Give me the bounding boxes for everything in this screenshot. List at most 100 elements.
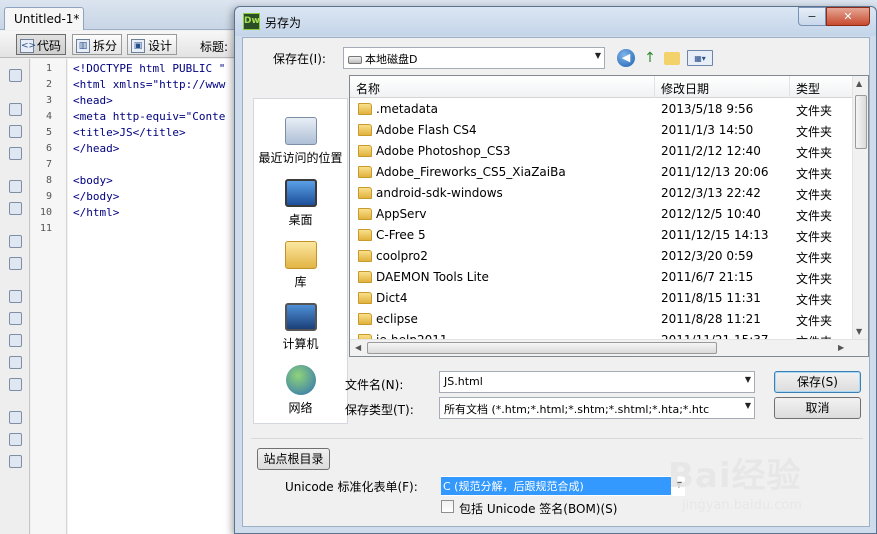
minimize-button[interactable]: − <box>798 7 826 26</box>
file-row[interactable]: coolpro2 2012/3/20 0:59 文件夹 <box>350 246 854 267</box>
file-type: 文件夹 <box>796 314 833 328</box>
code-editor[interactable]: <!DOCTYPE html PUBLIC " <html xmlns="htt… <box>68 59 238 534</box>
bom-label: 包括 Unicode 签名(BOM)(S) <box>459 502 618 516</box>
file-name: C-Free 5 <box>376 228 426 242</box>
file-date: 2011/2/12 12:40 <box>661 144 761 158</box>
apply-comment-icon[interactable] <box>9 290 22 303</box>
filetype-dropdown[interactable]: 所有文档 (*.htm;*.html;*.shtm;*.shtml;*.hta;… <box>439 397 755 419</box>
drive-icon <box>348 56 362 64</box>
collapse-tag-icon[interactable] <box>9 103 22 116</box>
folder-icon <box>358 271 372 283</box>
file-list[interactable]: 名称 修改日期 类型 .metadata 2013/5/18 9:56 文件夹 Ad… <box>349 75 869 357</box>
line-numbers-icon[interactable] <box>9 235 22 248</box>
folder-icon <box>358 250 372 262</box>
dialog-title: 另存为 <box>265 16 302 30</box>
file-row[interactable]: Dict4 2011/8/15 11:31 文件夹 <box>350 288 854 309</box>
select-parent-tag-icon[interactable] <box>9 180 22 193</box>
balance-braces-icon[interactable] <box>9 202 22 215</box>
code-line: </body> <box>73 190 120 203</box>
folder-icon <box>358 229 372 241</box>
folder-icon <box>358 292 372 304</box>
column-header-name[interactable]: 名称 <box>350 76 655 98</box>
horizontal-scroll-thumb[interactable] <box>367 342 717 354</box>
cancel-button[interactable]: 取消 <box>774 397 861 419</box>
network-icon <box>285 365 316 395</box>
open-documents-icon[interactable] <box>9 69 22 82</box>
file-name: Adobe Photoshop_CS3 <box>376 144 511 158</box>
line-number: 1 <box>45 63 52 74</box>
file-date: 2012/3/20 0:59 <box>661 249 754 263</box>
code-view-icon: <> <box>20 38 37 53</box>
up-one-level-icon[interactable]: ↑ <box>641 49 659 67</box>
recent-snippets-icon[interactable] <box>9 356 22 369</box>
outdent-code-icon[interactable] <box>9 433 22 446</box>
file-row[interactable]: android-sdk-windows 2012/3/13 22:42 文件夹 <box>350 183 854 204</box>
highlight-invalid-code-icon[interactable] <box>9 257 22 270</box>
line-number-gutter: 1 2 3 4 5 6 7 8 9 10 11 <box>31 59 67 534</box>
document-tab[interactable]: Untitled-1* <box>4 7 84 30</box>
file-row[interactable]: Adobe Flash CS4 2011/1/3 14:50 文件夹 <box>350 120 854 141</box>
expand-all-icon[interactable] <box>9 147 22 160</box>
new-folder-icon[interactable] <box>664 52 680 65</box>
file-date: 2012/3/13 22:42 <box>661 186 761 200</box>
move-css-icon[interactable] <box>9 378 22 391</box>
save-button[interactable]: 保存(S) <box>774 371 861 393</box>
bom-checkbox[interactable] <box>441 500 454 513</box>
line-number: 2 <box>45 79 52 90</box>
file-row[interactable]: AppServ 2012/12/5 10:40 文件夹 <box>350 204 854 225</box>
file-type: 文件夹 <box>796 125 833 139</box>
file-row[interactable]: eclipse 2011/8/28 11:21 文件夹 <box>350 309 854 330</box>
horizontal-scrollbar[interactable]: ◀ ▶ <box>350 339 868 356</box>
file-row[interactable]: Adobe Photoshop_CS3 2011/2/12 12:40 文件夹 <box>350 141 854 162</box>
file-row[interactable]: Adobe_Fireworks_CS5_XiaZaiBa 2011/12/13 2… <box>350 162 854 183</box>
unicode-normalization-dropdown[interactable]: C (规范分解，后跟规范合成) ▼ <box>441 476 685 496</box>
filename-input[interactable]: JS.html ▼ <box>439 371 755 393</box>
place-label: 桌面 <box>288 213 313 227</box>
remove-comment-icon[interactable] <box>9 312 22 325</box>
code-line: </html> <box>73 206 120 219</box>
design-view-button[interactable]: ▣ 设计 <box>127 34 178 55</box>
place-libraries[interactable]: 库 <box>254 241 347 290</box>
watermark-brand: Bai经验 <box>668 456 802 496</box>
column-header-type[interactable]: 类型 <box>790 76 854 98</box>
split-view-button[interactable]: ▥ 拆分 <box>72 34 123 55</box>
file-date: 2011/6/7 21:15 <box>661 270 754 284</box>
format-source-icon[interactable] <box>9 455 22 468</box>
vertical-scroll-thumb[interactable] <box>855 95 867 149</box>
code-view-label: 代码 <box>37 39 62 53</box>
folder-icon <box>358 103 372 115</box>
indent-code-icon[interactable] <box>9 411 22 424</box>
view-menu-icon[interactable]: ▦▾ <box>687 50 713 66</box>
place-desktop[interactable]: 桌面 <box>254 179 347 228</box>
place-recent[interactable]: 最近访问的位置 <box>254 117 347 166</box>
file-date: 2011/12/13 20:06 <box>661 165 769 179</box>
back-icon[interactable]: ◀ <box>617 49 635 67</box>
collapse-selection-icon[interactable] <box>9 125 22 138</box>
file-row[interactable]: .metadata 2013/5/18 9:56 文件夹 <box>350 99 854 120</box>
scroll-right-icon[interactable]: ▶ <box>838 343 844 352</box>
split-view-label: 拆分 <box>93 39 118 53</box>
column-header-modified[interactable]: 修改日期 <box>655 76 790 98</box>
file-date: 2012/12/5 10:40 <box>661 207 761 221</box>
scroll-down-icon[interactable]: ▼ <box>856 327 862 336</box>
file-name: DAEMON Tools Lite <box>376 270 489 284</box>
place-computer[interactable]: 计算机 <box>254 303 347 352</box>
site-root-button[interactable]: 站点根目录 <box>257 448 330 470</box>
place-network[interactable]: 网络 <box>254 365 347 416</box>
file-date: 2011/1/3 14:50 <box>661 123 754 137</box>
baidu-watermark: Bai经验 jingyan.baidu.com <box>668 448 868 530</box>
wrap-tag-icon[interactable] <box>9 334 22 347</box>
vertical-scrollbar[interactable]: ▲ ▼ <box>852 76 868 341</box>
file-row[interactable]: DAEMON Tools Lite 2011/6/7 21:15 文件夹 <box>350 267 854 288</box>
file-row[interactable]: C-Free 5 2011/12/15 14:13 文件夹 <box>350 225 854 246</box>
close-button[interactable]: ✕ <box>826 7 870 26</box>
places-bar: 最近访问的位置 桌面 库 计算机 网络 <box>253 98 348 424</box>
place-label: 计算机 <box>282 337 319 351</box>
save-in-dropdown[interactable]: 本地磁盘D ▼ <box>343 47 605 69</box>
folder-icon <box>358 145 372 157</box>
code-view-button[interactable]: <> 代码 <box>16 34 67 55</box>
dialog-title-bar[interactable]: Dw 另存为 − ✕ <box>235 7 876 36</box>
scroll-left-icon[interactable]: ◀ <box>355 343 361 352</box>
file-type: 文件夹 <box>796 188 833 202</box>
scroll-up-icon[interactable]: ▲ <box>856 79 862 88</box>
